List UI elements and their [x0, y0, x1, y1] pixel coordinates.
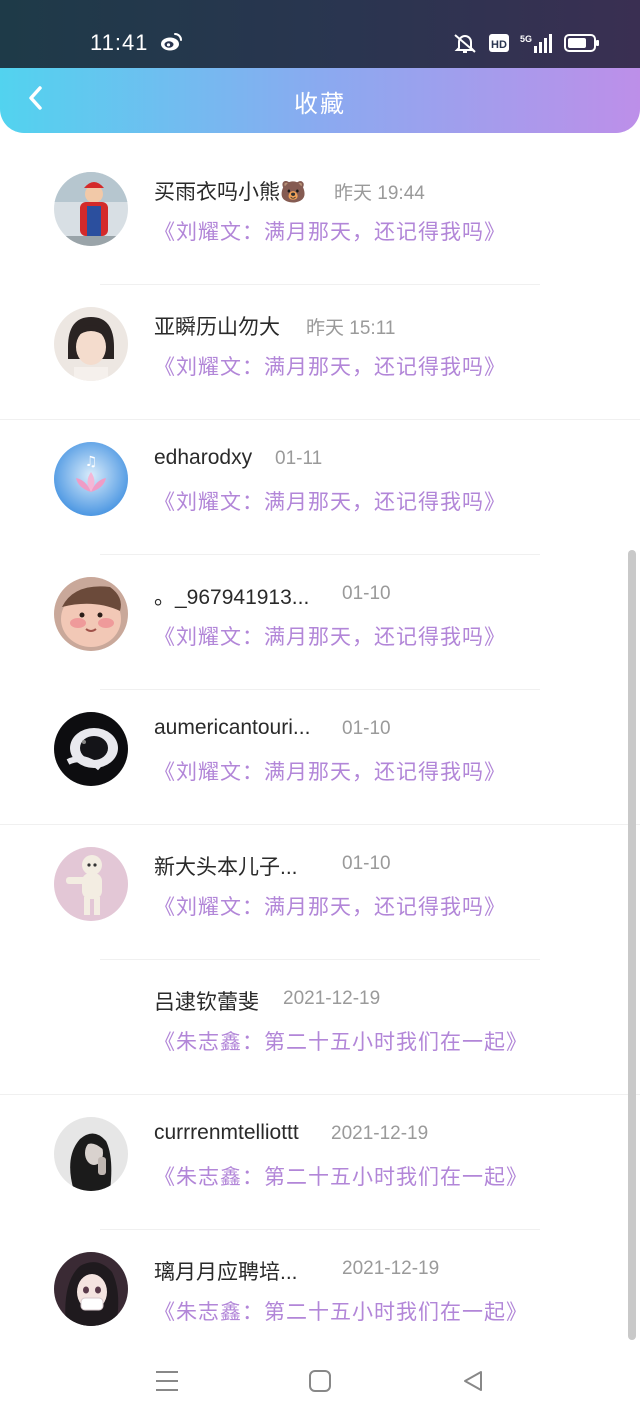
- hd-icon: HD: [488, 33, 510, 53]
- work-title-link[interactable]: 《刘耀文：满月那天，还记得我吗》: [154, 621, 506, 651]
- menu-button[interactable]: [150, 1366, 184, 1400]
- dog-pink-bg-avatar-icon: [54, 847, 128, 921]
- page-title: 收藏: [294, 91, 346, 118]
- clock: 11:41: [90, 30, 149, 55]
- red-cap-person-avatar-icon: [54, 172, 128, 246]
- baby-face-avatar-icon: [54, 577, 128, 651]
- timestamp: 01-10: [342, 853, 391, 874]
- user-name: 。_967941913...: [154, 586, 310, 609]
- user-name: 璃月月应聘培...: [154, 1261, 298, 1284]
- list-item[interactable]: 吕逮钦蕾斐 2021-12-19 《朱志鑫：第二十五小时我们在一起》: [0, 960, 640, 1095]
- hd-label: HD: [491, 39, 507, 51]
- scrollbar[interactable]: [628, 550, 636, 1340]
- list-item[interactable]: 亚瞬历山勿大 昨天 15:11 《刘耀文：满月那天，还记得我吗》: [0, 285, 640, 420]
- anime-girl-mask-avatar-icon: [54, 1252, 128, 1326]
- timestamp: 昨天 19:44: [334, 183, 425, 204]
- black-white-cat-avatar-icon: [54, 712, 128, 786]
- avatar[interactable]: [54, 307, 128, 381]
- work-title-link[interactable]: 《朱志鑫：第二十五小时我们在一起》: [154, 1296, 528, 1326]
- avatar[interactable]: [54, 712, 128, 786]
- favorites-list: 买雨衣吗小熊🐻 昨天 19:44 《刘耀文：满月那天，还记得我吗》 亚瞬历山勿大…: [0, 150, 640, 1365]
- user-name: edharodxy: [154, 446, 253, 469]
- list-item[interactable]: currrenmtelliottt 2021-12-19 《朱志鑫：第二十五小时…: [0, 1095, 640, 1230]
- list-item[interactable]: 。_967941913... 01-10 《刘耀文：满月那天，还记得我吗》: [0, 555, 640, 690]
- back-nav-button[interactable]: [456, 1366, 490, 1400]
- mute-bell-icon: [452, 32, 478, 54]
- timestamp: 01-11: [275, 448, 323, 469]
- avatar[interactable]: [54, 172, 128, 246]
- timestamp: 01-10: [342, 718, 391, 739]
- work-title-link[interactable]: 《刘耀文：满月那天，还记得我吗》: [154, 891, 506, 921]
- work-title-link[interactable]: 《刘耀文：满月那天，还记得我吗》: [154, 486, 506, 516]
- list-item[interactable]: ♫ edharodxy 01-11 《刘耀文：满月那天，还记得我吗》: [0, 420, 640, 555]
- header-bar: 收藏: [0, 68, 640, 133]
- work-title-link[interactable]: 《朱志鑫：第二十五小时我们在一起》: [154, 1026, 528, 1056]
- menu-icon: [154, 1369, 180, 1398]
- home-button[interactable]: [303, 1366, 337, 1400]
- blue-lotus-avatar-icon: ♫: [54, 442, 128, 516]
- timestamp: 昨天 15:11: [306, 318, 396, 339]
- user-name: 新大头本儿子...: [154, 856, 298, 879]
- battery-icon: [564, 33, 600, 53]
- user-name: 亚瞬历山勿大: [154, 316, 280, 339]
- work-title-link[interactable]: 《刘耀文：满月那天，还记得我吗》: [154, 351, 506, 381]
- user-name: 买雨衣吗小熊🐻: [154, 181, 307, 204]
- timestamp: 2021-12-19: [342, 1258, 440, 1279]
- timestamp: 01-10: [342, 583, 391, 604]
- work-title-link[interactable]: 《朱志鑫：第二十五小时我们在一起》: [154, 1161, 528, 1191]
- svg-text:♫: ♫: [85, 454, 98, 470]
- user-name: 吕逮钦蕾斐: [154, 991, 259, 1014]
- home-square-icon: [308, 1369, 332, 1398]
- network-label: 5G: [520, 34, 532, 44]
- user-name: aumericantouri...: [154, 716, 311, 739]
- timestamp: 2021-12-19: [283, 988, 381, 1009]
- signal-5g-icon: 5G: [520, 32, 554, 54]
- avatar[interactable]: [54, 1117, 128, 1191]
- weibo-icon: [160, 32, 182, 52]
- system-navigation-bar: [0, 1342, 640, 1422]
- list-item[interactable]: 买雨衣吗小熊🐻 昨天 19:44 《刘耀文：满月那天，还记得我吗》: [0, 150, 640, 285]
- avatar[interactable]: [54, 1252, 128, 1326]
- list-item[interactable]: aumericantouri... 01-10 《刘耀文：满月那天，还记得我吗》: [0, 690, 640, 825]
- short-hair-girl-avatar-icon: [54, 307, 128, 381]
- avatar[interactable]: [54, 847, 128, 921]
- back-triangle-icon: [461, 1369, 485, 1398]
- dark-hair-girl-avatar-icon: [54, 1117, 128, 1191]
- timestamp: 2021-12-19: [331, 1123, 429, 1144]
- avatar[interactable]: ♫: [54, 442, 128, 516]
- avatar[interactable]: [54, 577, 128, 651]
- list-item[interactable]: 新大头本儿子... 01-10 《刘耀文：满月那天，还记得我吗》: [0, 825, 640, 960]
- user-name: currrenmtelliottt: [154, 1121, 299, 1144]
- work-title-link[interactable]: 《刘耀文：满月那天，还记得我吗》: [154, 216, 506, 246]
- work-title-link[interactable]: 《刘耀文：满月那天，还记得我吗》: [154, 756, 506, 786]
